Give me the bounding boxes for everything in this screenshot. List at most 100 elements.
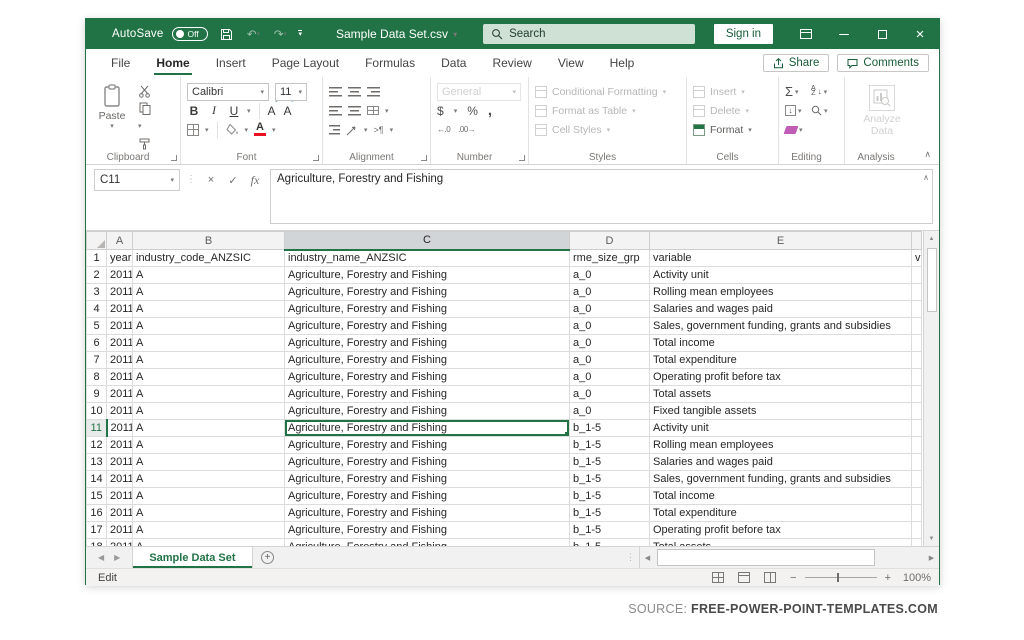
font-size-select[interactable]: 11▾ <box>275 83 307 101</box>
page-break-preview-icon[interactable] <box>764 572 776 583</box>
cell[interactable]: Salaries and wages paid <box>650 454 912 471</box>
cell[interactable]: rme_size_grp <box>570 250 650 267</box>
cell[interactable]: Sales, government funding, grants and su… <box>650 318 912 335</box>
cell[interactable]: Agriculture, Forestry and Fishing <box>285 403 570 420</box>
tab-data[interactable]: Data <box>428 49 479 77</box>
cell[interactable]: Agriculture, Forestry and Fishing <box>285 335 570 352</box>
cell[interactable]: 2011 <box>107 352 133 369</box>
cell[interactable]: A <box>133 454 285 471</box>
cell[interactable]: 2011 <box>107 539 133 547</box>
accounting-format-icon[interactable]: $ <box>437 104 444 118</box>
cell[interactable]: Rolling mean employees <box>650 284 912 301</box>
redo-icon[interactable]: ↷▾ <box>271 25 289 43</box>
row-header-12[interactable]: 12 <box>87 437 107 454</box>
cell[interactable]: 2011 <box>107 335 133 352</box>
sort-filter-button[interactable]: AZ↓▾ <box>811 87 837 96</box>
cell[interactable]: Agriculture, Forestry and Fishing <box>285 301 570 318</box>
cell-partial[interactable] <box>912 318 922 335</box>
cell[interactable]: Agriculture, Forestry and Fishing <box>285 369 570 386</box>
cell[interactable]: Activity unit <box>650 267 912 284</box>
insert-button[interactable]: Insert▾ <box>693 82 774 101</box>
percent-style-icon[interactable]: % <box>467 104 478 118</box>
cell[interactable]: b_1-5 <box>570 505 650 522</box>
underline-button[interactable]: U <box>227 104 241 118</box>
cell-partial[interactable] <box>912 284 922 301</box>
cell[interactable]: A <box>133 471 285 488</box>
column-header-B[interactable]: B <box>133 232 285 250</box>
tab-home[interactable]: Home <box>143 49 202 77</box>
italic-button[interactable]: I <box>207 103 221 118</box>
insert-function-button[interactable]: fx <box>246 172 264 188</box>
cell[interactable]: A <box>133 386 285 403</box>
cell[interactable]: a_0 <box>570 369 650 386</box>
zoom-slider[interactable] <box>805 577 877 578</box>
cell[interactable]: Agriculture, Forestry and Fishing <box>285 267 570 284</box>
cell-partial[interactable] <box>912 267 922 284</box>
cell-partial[interactable] <box>912 488 922 505</box>
cell[interactable]: A <box>133 505 285 522</box>
cell[interactable]: 2011 <box>107 284 133 301</box>
cell[interactable]: Agriculture, Forestry and Fishing <box>285 454 570 471</box>
cell[interactable]: A <box>133 539 285 547</box>
vertical-scroll-thumb[interactable] <box>927 248 937 312</box>
cell[interactable]: Total assets <box>650 386 912 403</box>
cell[interactable]: A <box>133 488 285 505</box>
zoom-in-button[interactable]: + <box>885 572 891 584</box>
align-middle-icon[interactable] <box>348 86 361 97</box>
row-header-16[interactable]: 16 <box>87 505 107 522</box>
zoom-slider-thumb[interactable] <box>837 573 839 582</box>
text-direction-icon[interactable]: >¶ <box>374 125 384 135</box>
row-header-5[interactable]: 5 <box>87 318 107 335</box>
cell[interactable]: year <box>107 250 133 267</box>
cell-styles-button[interactable]: Cell Styles▾ <box>535 120 682 139</box>
cell[interactable]: A <box>133 437 285 454</box>
find-select-button[interactable]: ▾ <box>811 105 837 116</box>
copy-button[interactable]: ▾ <box>138 102 152 133</box>
cell[interactable]: 2011 <box>107 403 133 420</box>
number-format-select[interactable]: General▾ <box>437 83 521 101</box>
format-button[interactable]: Format▾ <box>693 120 774 139</box>
cell[interactable]: Total income <box>650 488 912 505</box>
column-header-E[interactable]: E <box>650 232 912 250</box>
formula-bar-splitter[interactable]: ⋮ <box>186 169 196 224</box>
cell[interactable]: Agriculture, Forestry and Fishing <box>285 539 570 547</box>
cell[interactable]: Total expenditure <box>650 505 912 522</box>
number-dialog-launcher-icon[interactable] <box>519 155 525 161</box>
collapse-ribbon-icon[interactable]: ∧ <box>924 149 939 164</box>
decrease-font-size-button[interactable]: Aˇ <box>284 104 294 118</box>
cell[interactable]: Total assets <box>650 539 912 547</box>
tab-file[interactable]: File <box>98 49 143 77</box>
format-painter-button[interactable] <box>138 137 152 150</box>
formula-input[interactable]: Agriculture, Forestry and Fishing ∧ <box>270 169 933 224</box>
cell[interactable]: b_1-5 <box>570 522 650 539</box>
cell[interactable]: A <box>133 352 285 369</box>
normal-view-icon[interactable] <box>712 572 724 583</box>
tab-help[interactable]: Help <box>597 49 648 77</box>
row-header-13[interactable]: 13 <box>87 454 107 471</box>
select-all-corner[interactable] <box>87 232 107 250</box>
indent-icon[interactable] <box>329 124 340 135</box>
row-header-18[interactable]: 18 <box>87 539 107 547</box>
autosave-toggle[interactable]: Off <box>172 27 208 41</box>
scroll-left-icon[interactable]: ◀ <box>640 554 655 562</box>
align-top-icon[interactable] <box>329 86 342 97</box>
undo-icon[interactable]: ↶▾ <box>244 25 262 43</box>
scroll-right-icon[interactable]: ▶ <box>924 554 939 562</box>
row-header-2[interactable]: 2 <box>87 267 107 284</box>
column-header-partial[interactable] <box>912 232 922 250</box>
cell-partial[interactable] <box>912 539 922 547</box>
format-as-table-button[interactable]: Format as Table▾ <box>535 101 682 120</box>
clear-button[interactable]: ▾ <box>785 126 811 134</box>
cell[interactable]: Fixed tangible assets <box>650 403 912 420</box>
cell[interactable]: a_0 <box>570 403 650 420</box>
next-sheet-icon[interactable]: ▶ <box>114 553 120 562</box>
cell[interactable]: Sales, government funding, grants and su… <box>650 471 912 488</box>
cell[interactable]: A <box>133 420 285 437</box>
comments-button[interactable]: Comments <box>837 54 929 72</box>
tab-insert[interactable]: Insert <box>203 49 259 77</box>
ribbon-display-options-button[interactable] <box>787 19 825 49</box>
row-header-17[interactable]: 17 <box>87 522 107 539</box>
share-button[interactable]: Share <box>763 54 830 72</box>
cell[interactable]: 2011 <box>107 522 133 539</box>
cell[interactable]: Agriculture, Forestry and Fishing <box>285 318 570 335</box>
